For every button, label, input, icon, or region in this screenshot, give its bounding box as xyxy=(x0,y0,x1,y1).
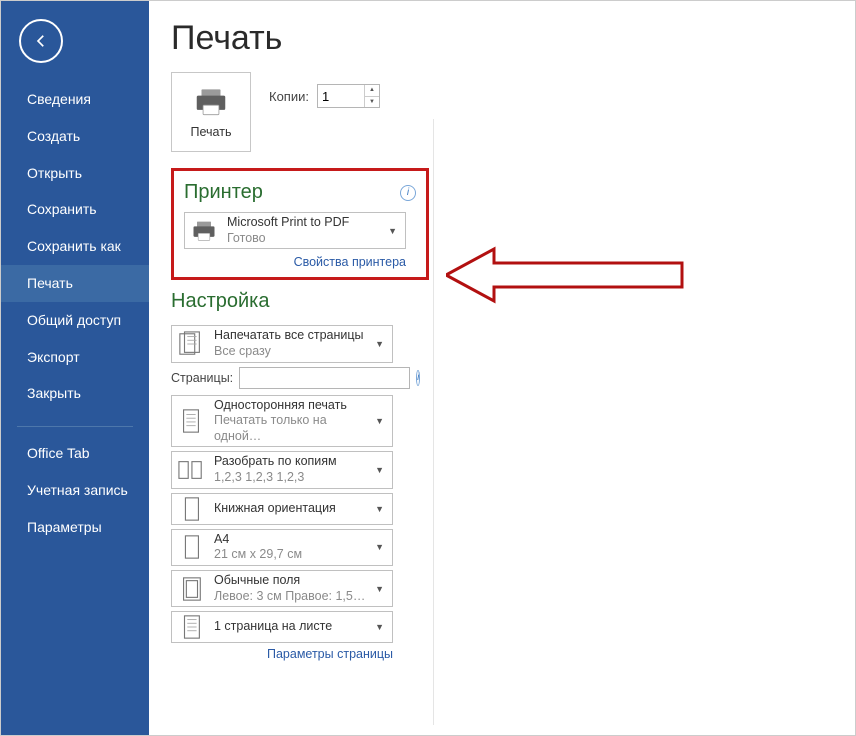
settings-heading: Настройка xyxy=(171,290,393,313)
backstage-sidebar: Сведения Создать Открыть Сохранить Сохра… xyxy=(1,1,149,735)
orientation-title: Книжная ориентация xyxy=(214,501,367,517)
back-button[interactable] xyxy=(19,19,63,63)
collate-sub: 1,2,3 1,2,3 1,2,3 xyxy=(214,470,367,486)
collate-title: Разобрать по копиям xyxy=(214,454,367,470)
printer-heading-row: Принтер i xyxy=(184,181,416,204)
pages-label: Страницы: xyxy=(171,371,233,385)
print-panel: Печать Печать Копии: ▲ ▼ xyxy=(149,1,855,735)
separator-line xyxy=(433,119,434,725)
pages-icon xyxy=(176,331,206,357)
nav-item-account[interactable]: Учетная запись xyxy=(1,472,149,509)
copies-down[interactable]: ▼ xyxy=(365,97,379,108)
print-range-title: Напечатать все страницы xyxy=(214,328,367,344)
chevron-down-icon: ▼ xyxy=(388,226,401,236)
margins-select[interactable]: Обычные поля Левое: 3 см Правое: 1,5… ▼ xyxy=(171,570,393,607)
margins-sub: Левое: 3 см Правое: 1,5… xyxy=(214,589,367,605)
chevron-down-icon: ▼ xyxy=(375,339,388,349)
nav-item-new[interactable]: Создать xyxy=(1,118,149,155)
nav-item-saveas[interactable]: Сохранить как xyxy=(1,228,149,265)
chevron-down-icon: ▼ xyxy=(375,465,388,475)
printer-status: Готово xyxy=(227,231,380,247)
single-side-icon xyxy=(176,408,206,434)
nav-item-save[interactable]: Сохранить xyxy=(1,191,149,228)
info-icon[interactable]: i xyxy=(400,185,416,201)
chevron-down-icon: ▼ xyxy=(375,542,388,552)
margins-icon xyxy=(176,576,206,602)
paper-size-select[interactable]: A4 21 см x 29,7 см ▼ xyxy=(171,529,393,566)
chevron-down-icon: ▼ xyxy=(375,622,388,632)
paper-size-icon xyxy=(176,534,206,560)
printer-device-icon xyxy=(189,218,219,244)
collate-select[interactable]: Разобрать по копиям 1,2,3 1,2,3 1,2,3 ▼ xyxy=(171,451,393,488)
nav-list: Сведения Создать Открыть Сохранить Сохра… xyxy=(1,81,149,546)
paper-size-sub: 21 см x 29,7 см xyxy=(214,547,367,563)
nav-item-close[interactable]: Закрыть xyxy=(1,375,149,412)
nav-separator xyxy=(17,426,133,427)
printer-properties-link[interactable]: Свойства принтера xyxy=(184,255,406,269)
copies-input[interactable] xyxy=(318,85,364,107)
margins-title: Обычные поля xyxy=(214,573,367,589)
nav-item-open[interactable]: Открыть xyxy=(1,155,149,192)
portrait-icon xyxy=(176,496,206,522)
sides-sub: Печатать только на одной… xyxy=(214,413,367,444)
nav-item-info[interactable]: Сведения xyxy=(1,81,149,118)
chevron-down-icon: ▼ xyxy=(375,504,388,514)
copies-label: Копии: xyxy=(269,89,309,104)
copies-spinner[interactable]: ▲ ▼ xyxy=(317,84,380,108)
printer-select[interactable]: Microsoft Print to PDF Готово ▼ xyxy=(184,212,406,249)
sides-select[interactable]: Односторонняя печать Печатать только на … xyxy=(171,395,393,448)
print-button-label: Печать xyxy=(191,125,232,139)
print-range-sub: Все сразу xyxy=(214,344,367,360)
nav-item-print[interactable]: Печать xyxy=(1,265,149,302)
nav-item-officetab[interactable]: Office Tab xyxy=(1,435,149,472)
printer-name: Microsoft Print to PDF xyxy=(227,215,380,231)
nav-item-options[interactable]: Параметры xyxy=(1,509,149,546)
sheet-icon xyxy=(176,614,206,640)
print-button[interactable]: Печать xyxy=(171,72,251,152)
sides-title: Односторонняя печать xyxy=(214,398,367,414)
printer-section-highlight: Принтер i Microsoft Print to PDF Готово … xyxy=(171,168,429,280)
collate-icon xyxy=(176,457,206,483)
copies-up[interactable]: ▲ xyxy=(365,85,379,97)
info-icon[interactable]: i xyxy=(416,370,420,386)
print-range-select[interactable]: Напечатать все страницы Все сразу ▼ xyxy=(171,325,393,362)
pages-input[interactable] xyxy=(239,367,410,389)
pages-per-sheet-select[interactable]: 1 страница на листе ▼ xyxy=(171,611,393,643)
printer-icon xyxy=(192,85,230,119)
orientation-select[interactable]: Книжная ориентация ▼ xyxy=(171,493,393,525)
chevron-down-icon: ▼ xyxy=(375,584,388,594)
nav-item-export[interactable]: Экспорт xyxy=(1,339,149,376)
pages-per-sheet-title: 1 страница на листе xyxy=(214,619,367,635)
printer-heading: Принтер xyxy=(184,181,263,204)
nav-item-share[interactable]: Общий доступ xyxy=(1,302,149,339)
page-title: Печать xyxy=(171,19,837,58)
paper-size-title: A4 xyxy=(214,532,367,548)
arrow-left-icon xyxy=(31,31,51,51)
page-setup-link[interactable]: Параметры страницы xyxy=(171,647,393,661)
chevron-down-icon: ▼ xyxy=(375,416,388,426)
